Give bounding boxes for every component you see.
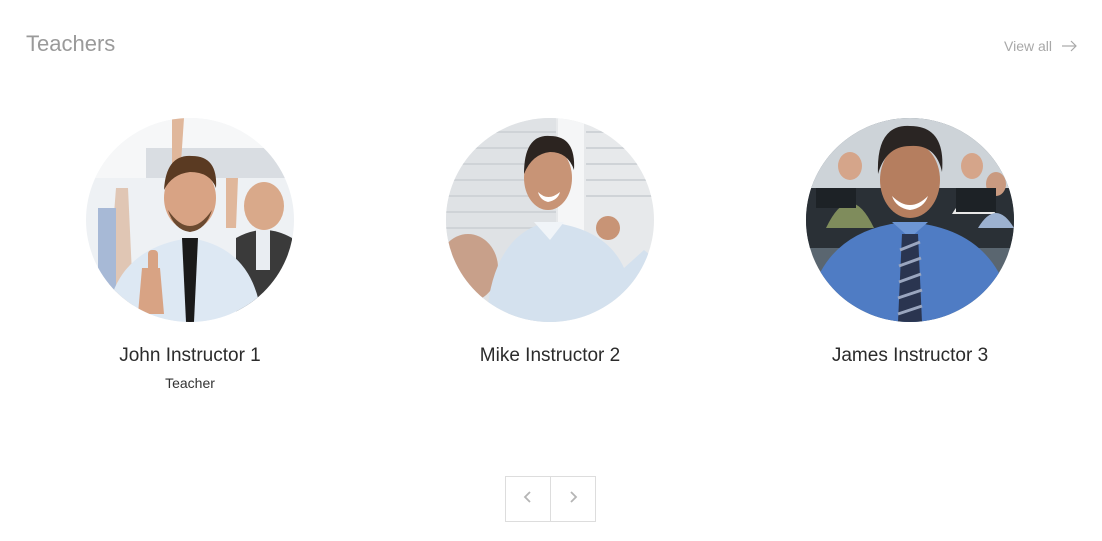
chevron-right-icon [568,490,578,509]
previous-button[interactable] [505,476,551,522]
teacher-photo-presenting [446,118,654,322]
teacher-avatar[interactable] [446,118,654,322]
teacher-avatar[interactable] [86,118,294,322]
carousel-pager [505,476,596,522]
chevron-left-icon [523,490,533,509]
arrow-right-icon [1061,40,1077,52]
teacher-avatar[interactable] [806,118,1014,322]
view-all-label: View all [1004,38,1052,54]
teacher-photo-thumbs-up [86,118,294,322]
teacher-card[interactable]: John Instructor 1 Teacher [60,118,320,392]
teacher-card[interactable]: Mike Instructor 2 [420,118,680,374]
teacher-name[interactable]: Mike Instructor 2 [420,344,680,368]
teacher-name[interactable]: John Instructor 1 [60,344,320,368]
section-title: Teachers [26,31,116,56]
teacher-card[interactable]: James Instructor 3 [780,118,1040,374]
teacher-name[interactable]: James Instructor 3 [780,344,1040,368]
teacher-role: Teacher [165,375,215,391]
teacher-photo-classroom [806,118,1014,322]
view-all-link[interactable]: View all [1004,38,1077,54]
teachers-carousel: John Instructor 1 Teacher Mike Instructo… [0,118,1102,408]
next-button[interactable] [550,476,596,522]
